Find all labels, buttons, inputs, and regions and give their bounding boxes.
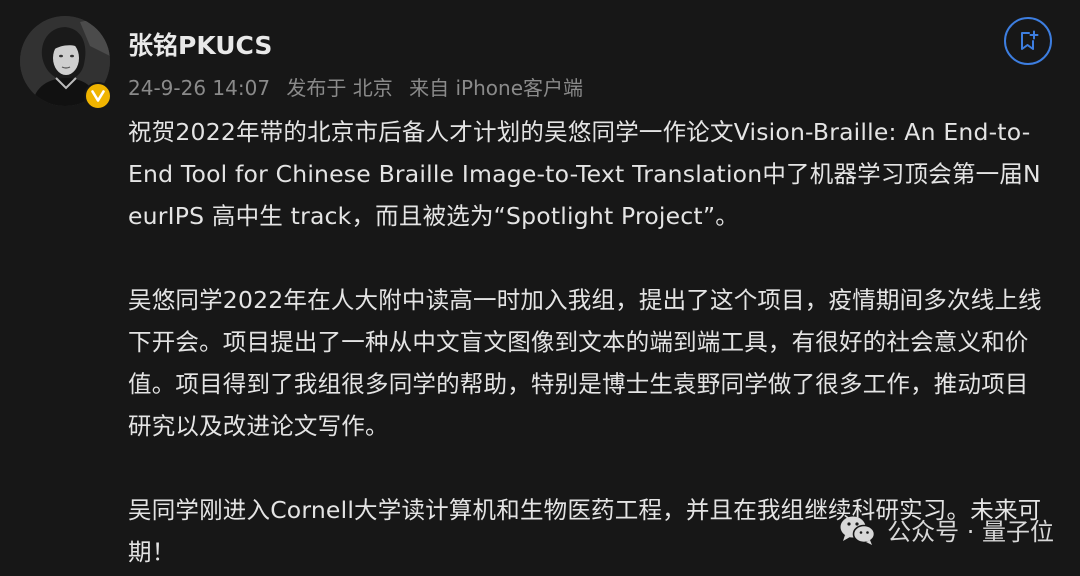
- bookmark-add-icon: [1021, 30, 1039, 50]
- post-paragraph: 祝贺2022年带的北京市后备人才计划的吴悠同学一作论文Vision-Braill…: [128, 118, 1041, 230]
- post-client: 来自 iPhone客户端: [409, 76, 584, 100]
- verified-v-icon: [91, 90, 105, 102]
- post-timestamp: 24-9-26 14:07: [128, 76, 271, 100]
- author-name[interactable]: 张铭PKUCS: [128, 26, 272, 62]
- weibo-post: 张铭PKUCS 24-9-26 14:07 发布于 北京 来自 iPhone客户…: [0, 0, 1080, 576]
- watermark-text: 公众号 · 量子位: [887, 518, 1054, 546]
- verified-badge: [84, 82, 112, 110]
- watermark: 公众号 · 量子位: [839, 512, 1054, 547]
- wechat-icon: [839, 514, 877, 546]
- post-meta: 24-9-26 14:07 发布于 北京 来自 iPhone客户端: [128, 72, 583, 101]
- bookmark-button[interactable]: [1004, 17, 1052, 65]
- post-content: 祝贺2022年带的北京市后备人才计划的吴悠同学一作论文Vision-Braill…: [128, 111, 1044, 573]
- post-location: 发布于 北京: [286, 76, 393, 100]
- post-paragraph: 吴悠同学2022年在人大附中读高一时加入我组，提出了这个项目，疫情期间多次线上线…: [128, 286, 1042, 440]
